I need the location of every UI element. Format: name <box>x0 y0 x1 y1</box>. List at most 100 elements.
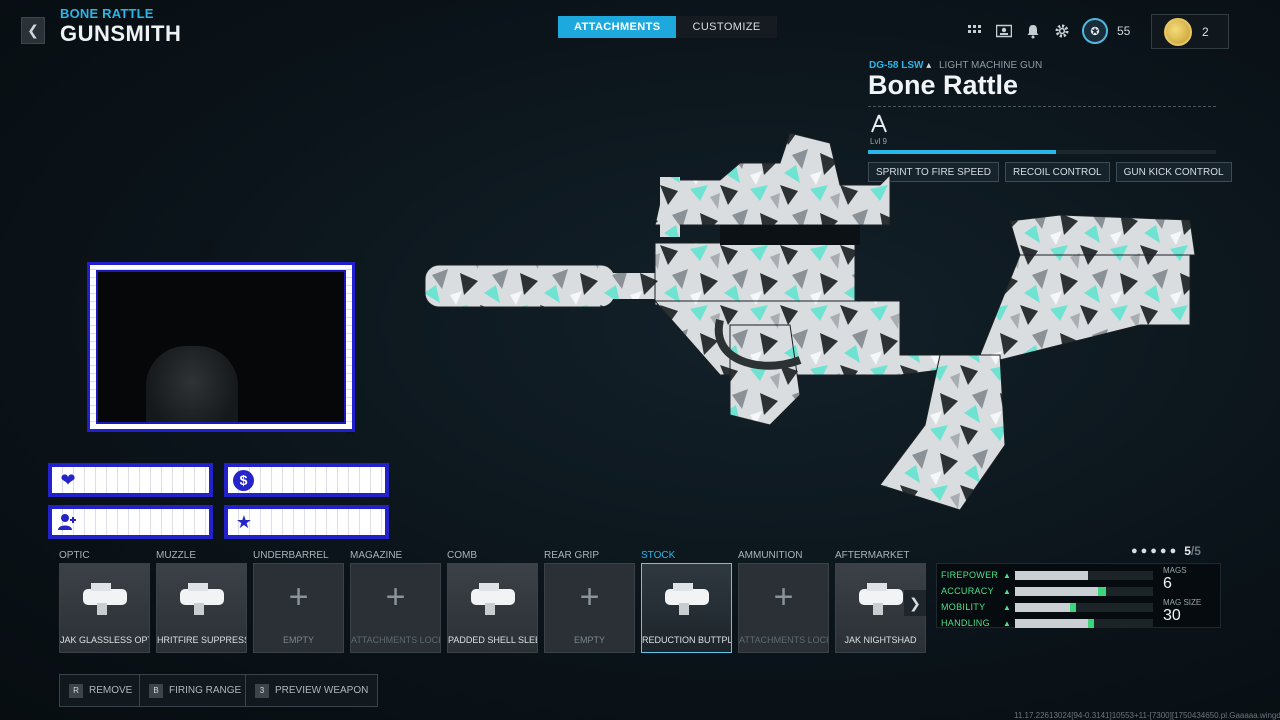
attachment-slot-muzzle[interactable]: HRITFIRE SUPPRESSOR <box>156 563 247 653</box>
coin-icon <box>1164 17 1192 46</box>
top-icons: ✪ 55 <box>966 18 1130 44</box>
page-indicator: 5/5 <box>1184 544 1201 558</box>
gear-icon[interactable] <box>1053 22 1071 40</box>
slot-category-label: REAR GRIP <box>544 550 600 561</box>
crown-doodle-icon: ♕ <box>197 234 217 259</box>
mag-size-stat: MAG SIZE 30 <box>1163 598 1201 625</box>
slot-category-label: STOCK <box>641 550 676 561</box>
dollar-icon: $ <box>233 469 254 491</box>
attachment-thumbnail <box>448 564 537 630</box>
currency-display[interactable]: 2 <box>1151 14 1229 49</box>
slot-attachment-name: REDUCTION BUTTPLATE <box>642 635 731 645</box>
next-attachments-button[interactable]: ❯ <box>904 590 926 616</box>
slot-attachment-name: EMPTY <box>282 635 314 645</box>
follower-box <box>48 505 213 539</box>
key-hint: R <box>69 683 83 698</box>
attachment-thumbnail <box>60 564 149 630</box>
slot-attachment-name: JAK GLASSLESS OPTIC <box>60 635 149 645</box>
stat-bar <box>1015 602 1153 612</box>
grid-icon[interactable] <box>966 22 984 40</box>
add-user-icon <box>57 511 79 533</box>
attachment-slot-stock[interactable]: REDUCTION BUTTPLATE <box>641 563 732 653</box>
profile-card-icon[interactable] <box>995 22 1013 40</box>
chevron-left-icon: ❮ <box>27 22 39 38</box>
attachment-slot-comb[interactable]: PADDED SHELL SLEEVE <box>447 563 538 653</box>
mag-size-value: 30 <box>1163 607 1181 624</box>
chevron-right-icon: ❯ <box>909 594 921 611</box>
tab-bar: ATTACHMENTS CUSTOMIZE <box>558 16 777 38</box>
stat-row-mobility: MOBILITY ▲ <box>937 599 1153 615</box>
mags-value: 6 <box>1163 575 1172 592</box>
star-icon: ★ <box>235 511 253 532</box>
stat-bar <box>1015 570 1153 580</box>
stat-bar-bonus <box>1097 586 1107 596</box>
stat-row-firepower: FIREPOWER ▲ <box>937 567 1153 583</box>
caret-up-icon: ▲ <box>1003 602 1011 612</box>
stat-bar-bonus <box>1088 618 1094 628</box>
attachment-slot-underbarrel[interactable]: + EMPTY <box>253 563 344 653</box>
weapon-name: Bone Rattle <box>868 70 1019 100</box>
slot-category-label: UNDERBARREL <box>253 550 329 561</box>
firing-range-label: FIRING RANGE <box>169 685 242 696</box>
slot-category-label: MAGAZINE <box>350 550 403 561</box>
page-title: GUNSMITH <box>60 21 182 46</box>
header-subtitle: BONE RATTLE <box>60 6 154 21</box>
remove-button[interactable]: R REMOVE <box>59 674 143 707</box>
mags-label: MAGS <box>1163 566 1187 575</box>
slot-category-label: AMMUNITION <box>738 550 803 561</box>
stat-bar-bonus <box>1070 602 1076 612</box>
webcam-frame <box>87 262 355 432</box>
mag-size-label: MAG SIZE <box>1163 598 1202 607</box>
preview-weapon-label: PREVIEW WEAPON <box>275 685 369 696</box>
page-dots-icon[interactable]: ●●●●● <box>1131 545 1179 557</box>
stat-label: ACCURACY <box>941 586 994 596</box>
caret-up-icon: ▲ <box>1003 586 1011 596</box>
attachment-thumbnail <box>642 564 731 630</box>
follow-heart-box: ❤ <box>48 463 213 497</box>
key-hint: 3 <box>255 683 269 698</box>
caret-up-icon: ▲ <box>1003 570 1011 580</box>
pixel-heart-icon: ❤ <box>60 469 76 490</box>
back-button[interactable]: ❮ <box>21 17 45 44</box>
subscriber-box: ★ <box>224 505 389 539</box>
divider <box>868 106 1216 107</box>
attachment-slot-ammunition[interactable]: + ATTACHMENTS LOCKE <box>738 563 829 653</box>
firing-range-button[interactable]: B FIRING RANGE <box>139 674 252 707</box>
currency-count: 2 <box>1202 24 1209 39</box>
tab-attachments[interactable]: ATTACHMENTS <box>558 16 677 38</box>
slot-attachment-name: JAK NIGHTSHAD <box>844 635 917 645</box>
slot-category-label: OPTIC <box>59 550 90 561</box>
stat-row-accuracy: ACCURACY ▲ <box>937 583 1153 599</box>
stat-bar-fill <box>1015 570 1089 580</box>
tab-customize[interactable]: CUSTOMIZE <box>676 16 777 38</box>
weapon-model-image <box>424 132 1196 511</box>
slot-attachment-name: ATTACHMENTS LOCKE <box>351 635 440 645</box>
attachment-slot-magazine[interactable]: + ATTACHMENTS LOCKE <box>350 563 441 653</box>
stat-bar-fill <box>1015 602 1071 612</box>
stat-bar <box>1015 586 1153 596</box>
build-string: 11.17.22613024[94-0.3141]10553+11-[7300]… <box>1014 711 1280 720</box>
bell-icon[interactable] <box>1024 22 1042 40</box>
plus-icon: + <box>773 577 794 616</box>
attachment-thumbnail <box>157 564 246 630</box>
slot-attachment-name: EMPTY <box>573 635 605 645</box>
stat-row-handling: HANDLING ▲ <box>937 615 1153 631</box>
slot-attachment-name: PADDED SHELL SLEEVE <box>448 635 537 645</box>
remove-label: REMOVE <box>89 685 133 696</box>
stat-bar-fill <box>1015 618 1089 628</box>
slot-attachment-name: ATTACHMENTS LOCKE <box>739 635 828 645</box>
plus-icon: + <box>579 577 600 616</box>
attachment-slot-rear-grip[interactable]: + EMPTY <box>544 563 635 653</box>
stat-bar <box>1015 618 1153 628</box>
mags-stat: MAGS 6 <box>1163 566 1187 593</box>
key-hint: B <box>149 683 163 698</box>
attachment-slot-optic[interactable]: JAK GLASSLESS OPTIC <box>59 563 150 653</box>
rank-badge-icon[interactable]: ✪ <box>1082 18 1108 44</box>
plus-icon: + <box>288 577 309 616</box>
donation-box: $ <box>224 463 389 497</box>
plus-icon: + <box>385 577 406 616</box>
stats-pager: ●●●●● 5/5 <box>1131 544 1201 558</box>
caret-up-icon: ▲ <box>1003 618 1011 628</box>
preview-weapon-button[interactable]: 3 PREVIEW WEAPON <box>245 674 379 707</box>
stat-label: HANDLING <box>941 618 990 628</box>
